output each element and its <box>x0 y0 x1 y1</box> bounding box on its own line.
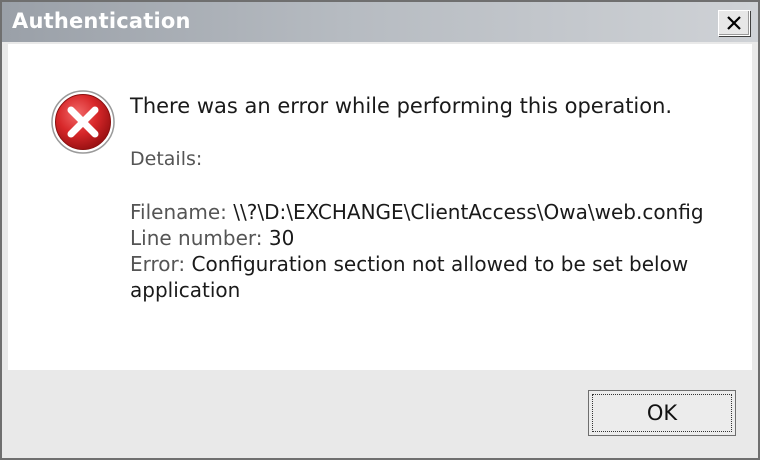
close-icon <box>727 16 741 30</box>
dialog-window: Authentication There was an error while … <box>0 0 760 460</box>
error-detail-label: Error: <box>130 252 186 276</box>
error-message: There was an error while performing this… <box>130 94 673 118</box>
error-detail-value: Configuration section not allowed to be … <box>130 252 689 302</box>
message-area: There was an error while performing this… <box>8 44 752 370</box>
line-number-value: 30 <box>268 226 295 250</box>
filename-label: Filename: <box>130 200 227 224</box>
error-icon <box>51 90 115 154</box>
error-detail-line: Error: Configuration section not allowed… <box>130 251 742 303</box>
ok-button[interactable]: OK <box>588 390 736 436</box>
close-button[interactable] <box>718 10 750 36</box>
line-number-line: Line number: 30 <box>130 225 742 251</box>
details-label: Details: <box>130 148 203 170</box>
filename-line: Filename: \\?\D:\EXCHANGE\ClientAccess\O… <box>130 199 742 225</box>
filename-value: \\?\D:\EXCHANGE\ClientAccess\Owa\web.con… <box>233 200 704 224</box>
window-title: Authentication <box>12 9 191 33</box>
button-bar: OK <box>8 372 752 456</box>
line-number-label: Line number: <box>130 226 263 250</box>
details-list: Filename: \\?\D:\EXCHANGE\ClientAccess\O… <box>130 199 742 303</box>
title-bar[interactable]: Authentication <box>2 2 758 42</box>
